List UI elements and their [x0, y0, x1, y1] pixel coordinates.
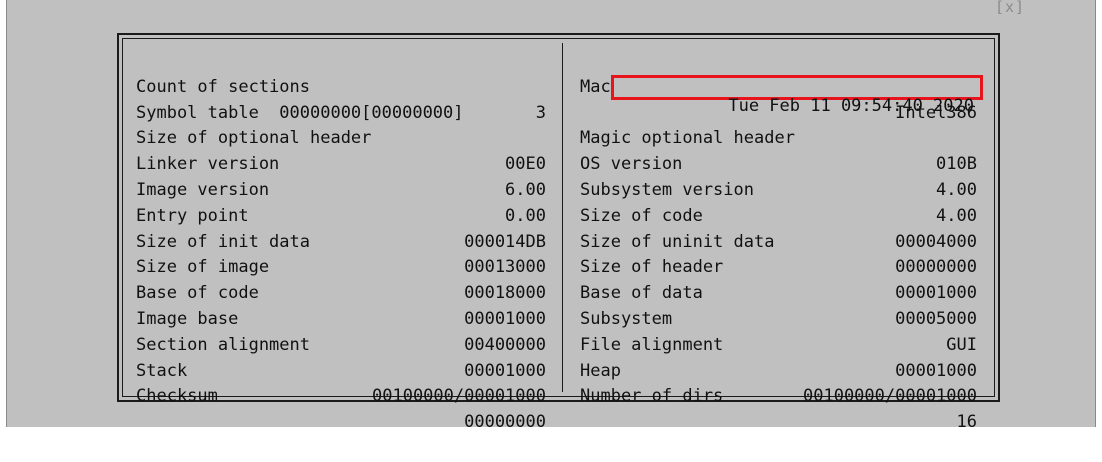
- field-value: 00100000/00001000: [372, 386, 546, 407]
- right-column: Machine Intel386 Tue Feb 11 09:54:40 202…: [580, 49, 983, 432]
- column-divider: [562, 43, 563, 392]
- row-number-of-dirs: Number of dirs 16: [580, 359, 977, 432]
- row-image-base: Image base 00400000: [136, 281, 546, 355]
- left-column: Count of sections 3 Symbol table 0000000…: [136, 49, 546, 432]
- field-value: 00000000: [464, 412, 546, 433]
- row-base-of-code: Base of code 00001000: [136, 255, 546, 329]
- row-size-of-optional-header: Size of optional header 00E0: [136, 101, 546, 174]
- row-entry-point: Entry point 000014DB: [136, 178, 546, 252]
- pe-header-panel: Count of sections 3 Symbol table 0000000…: [117, 33, 1000, 432]
- field-label: Number of dirs: [580, 386, 724, 407]
- row-checksum: Checksum 00000000: [136, 359, 546, 432]
- row-size-of-init-data: Size of init data 00013000: [136, 204, 546, 278]
- row-size-of-header: Size of header 00001000: [580, 230, 977, 303]
- timestamp-highlight: Tue Feb 11 09:54:40 2020: [611, 74, 983, 115]
- row-symbol-table: Symbol table 00000000[00000000]: [136, 75, 546, 123]
- row-stack: Stack 00100000/00001000: [136, 333, 546, 407]
- row-count-of-sections: Count of sections 3: [136, 49, 546, 123]
- row-linker-version: Linker version 6.00: [136, 126, 546, 200]
- row-file-alignment: File alignment 00001000: [580, 307, 977, 381]
- row-base-of-data: Base of data 00005000: [580, 255, 977, 329]
- row-magic-optional-header: Magic optional header 010B: [580, 101, 977, 174]
- field-label: Checksum: [136, 386, 218, 407]
- close-button[interactable]: [x]: [988, 0, 1032, 20]
- row-timestamp: Tue Feb 11 09:54:40 2020: [580, 74, 983, 115]
- row-machine: Machine Intel386: [580, 49, 977, 123]
- row-heap: Heap 00100000/00001000: [580, 333, 977, 407]
- row-size-of-code: Size of code 00004000: [580, 178, 977, 252]
- row-subsystem-version: Subsystem version 4.00: [580, 152, 977, 226]
- row-size-of-image: Size of image 00018000: [136, 230, 546, 303]
- field-value: 00100000/00001000: [803, 386, 977, 407]
- row-os-version: OS version 4.00: [580, 126, 977, 200]
- row-subsystem: Subsystem GUI: [580, 281, 977, 355]
- row-size-of-uninit-data: Size of uninit data 00000000: [580, 204, 977, 278]
- row-image-version: Image version 0.00: [136, 152, 546, 226]
- row-section-alignment: Section alignment 00001000: [136, 307, 546, 381]
- pe-header-window: [x] Count of sections 3 Symbol table 000…: [6, 0, 1096, 432]
- field-value: 16: [956, 412, 977, 433]
